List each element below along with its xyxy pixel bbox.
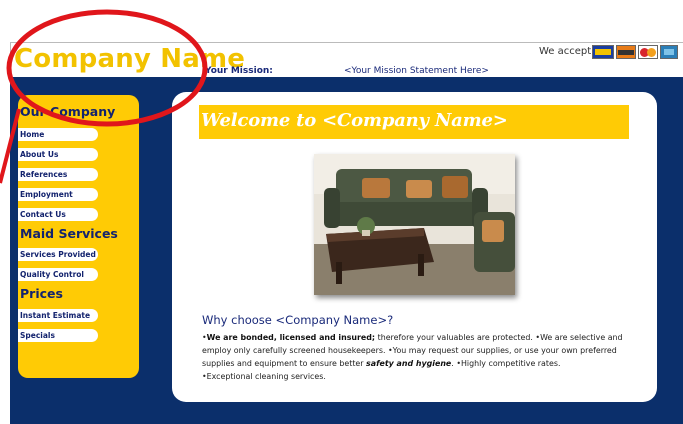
red-annotation-circle	[0, 9, 208, 184]
